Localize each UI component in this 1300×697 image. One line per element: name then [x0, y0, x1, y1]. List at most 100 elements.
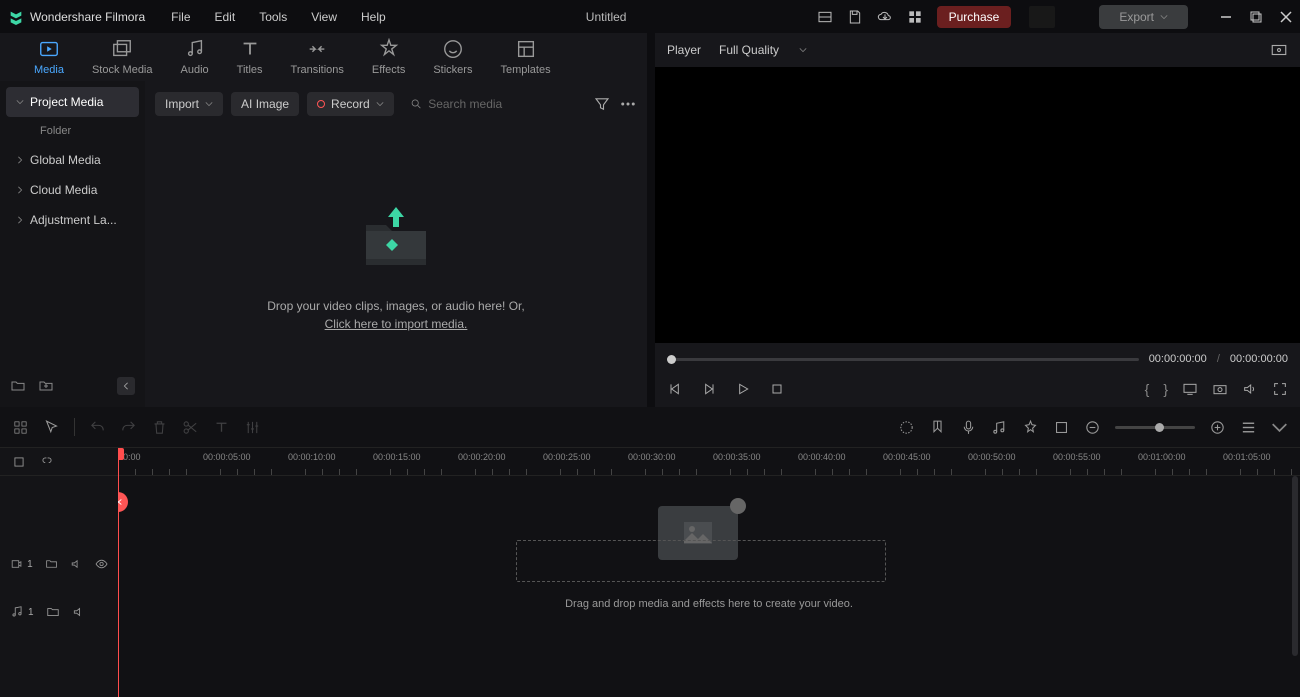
- snapshot-corner-icon[interactable]: [1270, 41, 1288, 59]
- tab-stock-media[interactable]: Stock Media: [78, 38, 167, 76]
- playhead-bubble[interactable]: [118, 492, 128, 512]
- layout-icon[interactable]: [817, 9, 833, 25]
- import-link[interactable]: Click here to import media.: [325, 317, 468, 331]
- sidebar-project-media[interactable]: Project Media: [6, 87, 139, 117]
- redo-icon[interactable]: [120, 419, 137, 436]
- sidebar-folder[interactable]: Folder: [6, 117, 139, 145]
- tab-templates[interactable]: Templates: [486, 38, 564, 76]
- time-ruler[interactable]: 00:0000:00:05:0000:00:10:0000:00:15:0000…: [118, 448, 1300, 476]
- menu-help[interactable]: Help: [351, 6, 396, 28]
- seek-bar[interactable]: [667, 358, 1139, 361]
- tab-audio[interactable]: Audio: [167, 38, 223, 76]
- stop-icon[interactable]: [769, 381, 785, 397]
- play-icon[interactable]: [735, 381, 751, 397]
- playhead[interactable]: [118, 448, 119, 697]
- timeline-scrollbar[interactable]: [1292, 476, 1298, 656]
- menu-file[interactable]: File: [161, 6, 200, 28]
- record-button[interactable]: Record: [307, 92, 394, 116]
- close-button[interactable]: [1280, 11, 1292, 23]
- track-options-icon[interactable]: [1271, 419, 1288, 436]
- collapse-sidebar-button[interactable]: [117, 377, 135, 395]
- more-icon[interactable]: [619, 95, 637, 113]
- cloud-icon[interactable]: [877, 9, 893, 25]
- purchase-button[interactable]: Purchase: [937, 6, 1012, 28]
- visibility-icon[interactable]: [95, 557, 108, 571]
- ruler-minor: [1291, 469, 1292, 475]
- track-view-icon[interactable]: [1240, 419, 1257, 436]
- maximize-button[interactable]: [1250, 11, 1262, 23]
- playback-buttons: [667, 381, 785, 397]
- zoom-slider[interactable]: [1115, 426, 1195, 429]
- display-icon[interactable]: [1182, 381, 1198, 397]
- link-toggle-icon[interactable]: [12, 455, 26, 469]
- export-label: Export: [1119, 10, 1154, 24]
- import-button[interactable]: Import: [155, 92, 223, 116]
- lock-icon[interactable]: [45, 557, 58, 571]
- ruler-minor: [305, 469, 306, 475]
- media-drop-area[interactable]: Drop your video clips, images, or audio …: [145, 121, 647, 407]
- snapshot-icon[interactable]: [1212, 381, 1228, 397]
- render-icon[interactable]: [898, 419, 915, 436]
- new-bin-icon[interactable]: [38, 378, 54, 394]
- zoom-out-icon[interactable]: [1084, 419, 1101, 436]
- player-viewport: [655, 67, 1300, 343]
- lock-icon[interactable]: [46, 605, 60, 619]
- voiceover-icon[interactable]: [960, 419, 977, 436]
- video-track-header[interactable]: 1: [0, 546, 118, 582]
- playhead-handle[interactable]: [118, 448, 124, 460]
- seek-thumb[interactable]: [667, 355, 676, 364]
- minimize-button[interactable]: [1220, 11, 1232, 23]
- ruler-minor: [815, 469, 816, 475]
- filter-icon[interactable]: [593, 95, 611, 113]
- sidebar-global-media[interactable]: Global Media: [6, 145, 139, 175]
- text-icon[interactable]: [213, 419, 230, 436]
- grid-icon[interactable]: [12, 419, 29, 436]
- timeline-tracks[interactable]: 00:0000:00:05:0000:00:10:0000:00:15:0000…: [118, 448, 1300, 697]
- ruler-minor: [577, 469, 578, 475]
- crop-icon[interactable]: [1053, 419, 1070, 436]
- quality-select[interactable]: Full Quality: [719, 43, 807, 57]
- mute-icon[interactable]: [70, 557, 83, 571]
- menu-edit[interactable]: Edit: [205, 6, 246, 28]
- sidebar-cloud-media[interactable]: Cloud Media: [6, 175, 139, 205]
- mute-icon[interactable]: [72, 605, 86, 619]
- next-frame-icon[interactable]: [701, 381, 717, 397]
- zoom-thumb[interactable]: [1155, 423, 1164, 432]
- magnet-icon[interactable]: [40, 455, 54, 469]
- mark-out-button[interactable]: }: [1163, 381, 1168, 397]
- split-icon[interactable]: [182, 419, 199, 436]
- volume-icon[interactable]: [1242, 381, 1258, 397]
- auto-ripple-icon[interactable]: [1022, 419, 1039, 436]
- menu-tools[interactable]: Tools: [249, 6, 297, 28]
- export-button[interactable]: Export: [1099, 5, 1188, 29]
- zoom-in-icon[interactable]: [1209, 419, 1226, 436]
- fullscreen-icon[interactable]: [1272, 381, 1288, 397]
- sidebar-adjustment-layers[interactable]: Adjustment La...: [6, 205, 139, 235]
- account-placeholder[interactable]: [1029, 6, 1055, 28]
- select-tool-icon[interactable]: [43, 419, 60, 436]
- audio-mixer-icon[interactable]: [991, 419, 1008, 436]
- menu-view[interactable]: View: [301, 6, 347, 28]
- tab-titles[interactable]: Titles: [223, 38, 277, 76]
- timeline-drop-zone[interactable]: [516, 540, 886, 582]
- tab-transitions[interactable]: Transitions: [277, 38, 358, 76]
- ruler-minor: [1019, 469, 1020, 475]
- prev-frame-icon[interactable]: [667, 381, 683, 397]
- audio-track-header[interactable]: 1: [0, 594, 118, 630]
- tab-effects[interactable]: Effects: [358, 38, 419, 76]
- ai-image-button[interactable]: AI Image: [231, 92, 299, 116]
- ruler-minor: [594, 469, 595, 475]
- tab-stickers[interactable]: Stickers: [419, 38, 486, 76]
- delete-icon[interactable]: [151, 419, 168, 436]
- mark-in-button[interactable]: {: [1145, 381, 1150, 397]
- save-icon[interactable]: [847, 9, 863, 25]
- undo-icon[interactable]: [89, 419, 106, 436]
- main-row: Media Stock Media Audio Titles Transitio…: [0, 33, 1300, 407]
- adjust-icon[interactable]: [244, 419, 261, 436]
- search-input[interactable]: [428, 97, 577, 111]
- new-folder-icon[interactable]: [10, 378, 26, 394]
- apps-icon[interactable]: [907, 9, 923, 25]
- marker-icon[interactable]: [929, 419, 946, 436]
- media-sidebar: Project Media Folder Global Media Cloud …: [0, 81, 145, 407]
- tab-media[interactable]: Media: [20, 38, 78, 76]
